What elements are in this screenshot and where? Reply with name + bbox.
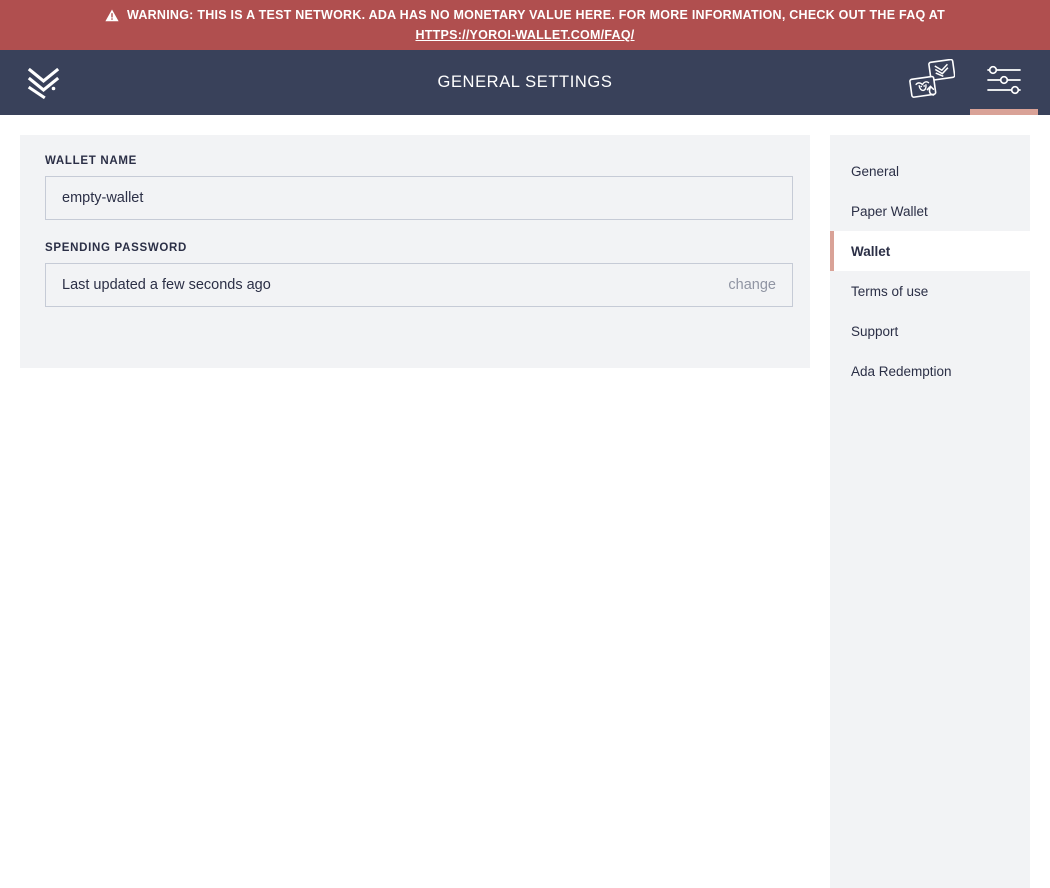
- switch-wallet-button[interactable]: [896, 50, 968, 115]
- settings-menu-item-ada-redemption[interactable]: Ada Redemption: [830, 351, 1030, 391]
- top-navigation-bar: GENERAL SETTINGS: [0, 50, 1050, 115]
- settings-button[interactable]: [968, 50, 1040, 115]
- settings-menu: General Paper Wallet Wallet Terms of use…: [830, 135, 1030, 888]
- page-title: GENERAL SETTINGS: [437, 73, 613, 91]
- wallet-settings-card: WALLET NAME empty-wallet SPENDING PASSWO…: [20, 135, 810, 368]
- settings-active-indicator: [970, 109, 1038, 115]
- settings-menu-item-paper-wallet[interactable]: Paper Wallet: [830, 191, 1030, 231]
- faq-link[interactable]: HTTPS://YOROI-WALLET.COM/FAQ/: [415, 28, 634, 42]
- spending-password-label: SPENDING PASSWORD: [45, 242, 188, 254]
- settings-menu-item-label: Paper Wallet: [851, 203, 928, 219]
- warning-banner-line-1: WARNING: THIS IS A TEST NETWORK. ADA HAS…: [105, 8, 945, 22]
- warning-triangle-icon: [105, 9, 119, 22]
- test-network-warning-banner: WARNING: THIS IS A TEST NETWORK. ADA HAS…: [0, 0, 1050, 50]
- warning-banner-text: WARNING: THIS IS A TEST NETWORK. ADA HAS…: [127, 8, 945, 22]
- settings-menu-item-label: Support: [851, 323, 899, 339]
- settings-menu-item-support[interactable]: Support: [830, 311, 1030, 351]
- spending-password-field[interactable]: Last updated a few seconds ago change: [45, 263, 793, 307]
- settings-menu-item-general[interactable]: General: [830, 151, 1030, 191]
- wallet-name-label: WALLET NAME: [45, 155, 138, 167]
- warning-banner-line-2: HTTPS://YOROI-WALLET.COM/FAQ/: [415, 28, 634, 42]
- settings-menu-item-label: Wallet: [851, 243, 891, 259]
- settings-menu-item-label: General: [851, 163, 900, 179]
- topbar-actions: [896, 50, 1040, 115]
- change-password-link[interactable]: change: [728, 277, 776, 293]
- wallet-name-input[interactable]: empty-wallet: [62, 190, 776, 206]
- spending-password-status: Last updated a few seconds ago: [62, 277, 271, 293]
- settings-sliders-icon: [985, 64, 1023, 101]
- switch-wallet-icon: [909, 58, 956, 106]
- wallet-name-field[interactable]: empty-wallet: [45, 176, 793, 220]
- settings-menu-item-wallet[interactable]: Wallet: [830, 231, 1030, 271]
- settings-menu-item-label: Ada Redemption: [851, 363, 952, 379]
- settings-menu-item-terms-of-use[interactable]: Terms of use: [830, 271, 1030, 311]
- settings-menu-item-label: Terms of use: [851, 283, 929, 299]
